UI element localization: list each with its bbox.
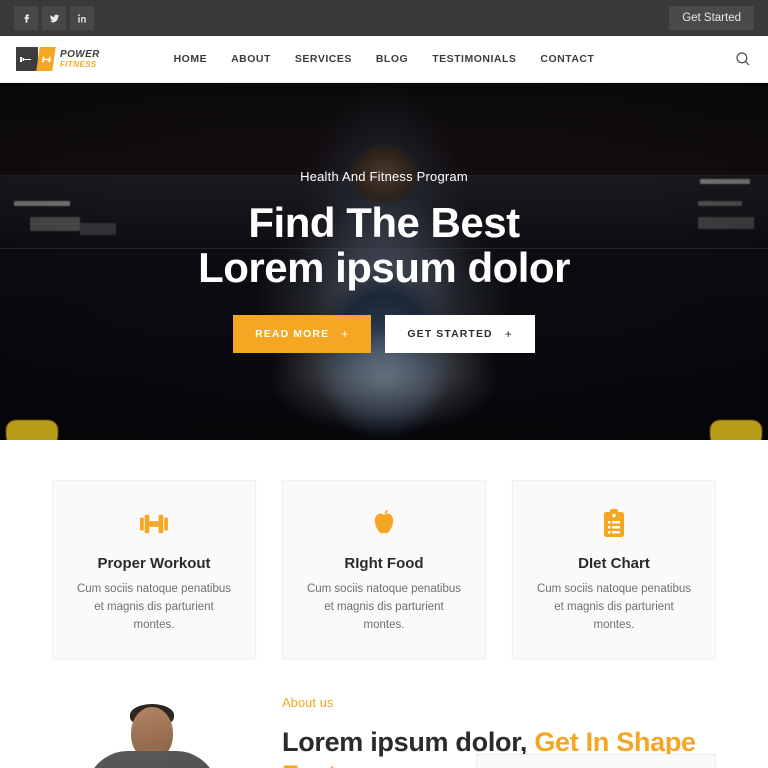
- hero-get-started-label: GET STARTED: [407, 327, 493, 340]
- about-side-panel: [476, 754, 716, 768]
- hero-get-started-button[interactable]: GET STARTED +: [385, 314, 535, 353]
- plus-icon: +: [504, 326, 513, 341]
- about-section: About us Lorem ipsum dolor, Get In Shape…: [0, 659, 768, 768]
- feature-title: DIet Chart: [578, 555, 650, 572]
- feature-card-proper-workout[interactable]: Proper Workout Cum sociis natoque penati…: [52, 480, 256, 660]
- facebook-icon[interactable]: [14, 6, 38, 30]
- nav-item-home[interactable]: HOME: [174, 53, 208, 65]
- read-more-button[interactable]: READ MORE +: [233, 314, 372, 353]
- feature-title: RIght Food: [344, 555, 424, 572]
- about-eyebrow: About us: [282, 695, 334, 711]
- about-heading-plain: Lorem ipsum dolor,: [282, 727, 535, 758]
- feature-card-diet-chart[interactable]: DIet Chart Cum sociis natoque penatibus …: [512, 480, 716, 660]
- logo-wordmark: POWER FITNESS: [60, 48, 100, 69]
- hero-eyebrow: Health And Fitness Program: [300, 169, 468, 184]
- feature-card-right-food[interactable]: RIght Food Cum sociis natoque penatibus …: [282, 480, 486, 660]
- social-links: [14, 6, 94, 30]
- feature-description: Cum sociis natoque penatibus et magnis d…: [536, 583, 692, 631]
- dumbbell-icon: [73, 507, 235, 541]
- twitter-icon[interactable]: [42, 6, 66, 30]
- logo-dumbbell-icon: [16, 47, 38, 71]
- nav-item-contact[interactable]: CONTACT: [540, 53, 594, 65]
- logo-text-power: POWER: [60, 48, 100, 60]
- nav-item-about[interactable]: ABOUT: [231, 53, 271, 65]
- nav-item-blog[interactable]: BLOG: [376, 53, 408, 65]
- search-icon[interactable]: [734, 50, 752, 68]
- logo-accent-block: [36, 47, 56, 71]
- hero-section: Health And Fitness Program Find The Best…: [0, 83, 768, 440]
- hero-title-line-2: Lorem ipsum dolor: [198, 244, 570, 292]
- linkedin-icon[interactable]: [70, 6, 94, 30]
- feature-title: Proper Workout: [97, 555, 211, 572]
- logo-text-fitness: FITNESS: [60, 59, 97, 69]
- hero-weight-plate-right: [710, 420, 762, 440]
- hero-title: Find The Best Lorem ipsum dolor: [0, 200, 768, 291]
- plus-icon: +: [341, 326, 350, 341]
- hero-weight-plate-left: [6, 420, 58, 440]
- person-torso: [86, 751, 218, 768]
- features-section: Proper Workout Cum sociis natoque penati…: [0, 440, 768, 660]
- hero-title-line-1: Find The Best: [248, 199, 520, 246]
- hero-button-group: READ MORE + GET STARTED +: [0, 314, 768, 353]
- site-logo[interactable]: POWER FITNESS: [16, 47, 100, 71]
- apple-icon: [303, 507, 465, 541]
- about-photo: [52, 691, 252, 768]
- main-navigation: HOME ABOUT SERVICES BLOG TESTIMONIALS CO…: [174, 53, 595, 65]
- feature-description: Cum sociis natoque penatibus et magnis d…: [306, 583, 462, 631]
- top-bar: Get Started: [0, 0, 768, 36]
- top-get-started-button[interactable]: Get Started: [669, 6, 754, 30]
- site-header: POWER FITNESS HOME ABOUT SERVICES BLOG T…: [0, 36, 768, 83]
- nav-item-testimonials[interactable]: TESTIMONIALS: [432, 53, 516, 65]
- clipboard-icon: [533, 507, 695, 541]
- nav-item-services[interactable]: SERVICES: [295, 53, 352, 65]
- logo-mark: [16, 47, 56, 71]
- hero-content: Health And Fitness Program Find The Best…: [0, 83, 768, 353]
- read-more-label: READ MORE: [255, 327, 330, 340]
- feature-description: Cum sociis natoque penatibus et magnis d…: [76, 583, 232, 631]
